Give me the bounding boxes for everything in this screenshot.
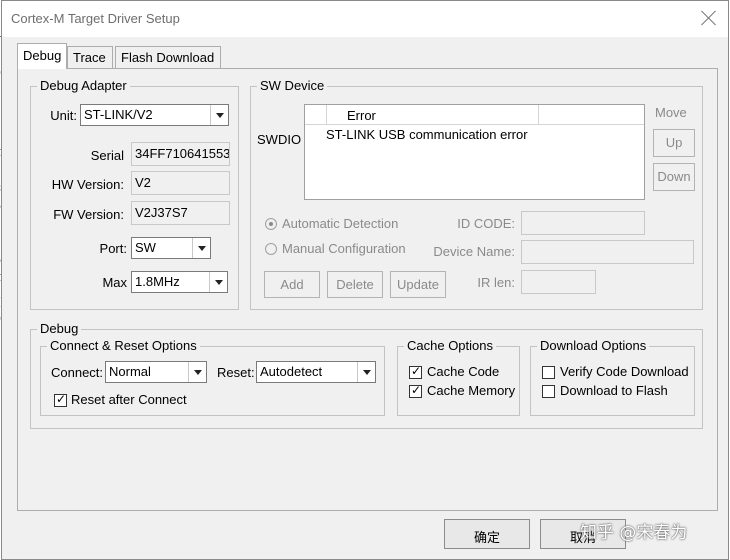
- ir-len-field[interactable]: [521, 270, 596, 294]
- add-button[interactable]: Add: [264, 271, 320, 298]
- download-options-group: Download Options Verify Code Download Do…: [530, 338, 695, 416]
- verify-code-download-label: Verify Code Download: [560, 364, 689, 379]
- debug-options-title: Debug: [37, 321, 82, 336]
- cache-code-label: Cache Code: [427, 364, 500, 379]
- debug-tab-panel: Debug Adapter Unit: ST-LINK/V2 Serial 34…: [17, 68, 718, 511]
- update-button[interactable]: Update: [390, 271, 446, 298]
- automatic-detection-radio[interactable]: [265, 218, 277, 230]
- fw-version-field: V2J37S7: [131, 201, 230, 225]
- ok-button[interactable]: 确定: [444, 519, 530, 549]
- chevron-down-icon[interactable]: [357, 362, 375, 382]
- port-label: Port:: [99, 241, 127, 256]
- port-select[interactable]: SW: [131, 237, 211, 259]
- serial-label: Serial: [90, 148, 124, 163]
- tab-debug[interactable]: Debug: [17, 43, 67, 69]
- sw-device-group: SW Device SWDIO Error ST-LINK USB commun…: [250, 78, 703, 310]
- chevron-down-icon[interactable]: [210, 105, 228, 125]
- list-header-cell: [305, 105, 327, 125]
- move-down-button[interactable]: Down: [653, 163, 695, 191]
- title-bar[interactable]: Cortex-M Target Driver Setup: [2, 1, 728, 37]
- download-options-title: Download Options: [537, 338, 650, 353]
- sw-device-list[interactable]: Error ST-LINK USB communication error: [304, 104, 645, 200]
- reset-label: Reset:: [217, 365, 255, 380]
- cache-memory-label: Cache Memory: [427, 383, 516, 398]
- move-up-button[interactable]: Up: [653, 129, 695, 157]
- dialog-window: Cortex-M Target Driver Setup Debug Trace…: [1, 0, 729, 560]
- sw-device-title: SW Device: [257, 78, 328, 93]
- list-header: Error: [305, 105, 644, 125]
- cache-options-group: Cache Options Cache Code Cache Memory: [397, 338, 520, 416]
- close-icon[interactable]: [700, 9, 718, 27]
- automatic-detection-label: Automatic Detection: [282, 216, 399, 231]
- connect-label: Connect:: [51, 365, 104, 380]
- reset-after-connect-label: Reset after Connect: [71, 392, 187, 407]
- chevron-down-icon[interactable]: [188, 362, 206, 382]
- chevron-down-icon[interactable]: [209, 272, 227, 292]
- debug-adapter-title: Debug Adapter: [37, 78, 130, 93]
- verify-code-download-checkbox[interactable]: [542, 366, 555, 379]
- unit-select[interactable]: ST-LINK/V2: [80, 104, 229, 126]
- reset-select[interactable]: Autodetect: [256, 361, 376, 383]
- max-clock-select[interactable]: 1.8MHz: [131, 271, 228, 293]
- unit-label: Unit:: [50, 108, 77, 123]
- list-header-error[interactable]: Error: [327, 105, 539, 125]
- window-title: Cortex-M Target Driver Setup: [11, 11, 180, 26]
- list-header-cell[interactable]: [539, 105, 644, 125]
- chevron-down-icon[interactable]: [192, 238, 210, 258]
- manual-configuration-radio[interactable]: [265, 243, 277, 255]
- swdio-label: SWDIO: [257, 132, 302, 147]
- tab-flash-download[interactable]: Flash Download: [115, 46, 221, 68]
- id-code-field[interactable]: [521, 211, 645, 235]
- fw-version-label: FW Version:: [53, 207, 124, 222]
- debug-adapter-group: Debug Adapter Unit: ST-LINK/V2 Serial 34…: [30, 78, 239, 310]
- cache-code-checkbox[interactable]: [409, 364, 422, 379]
- max-clock-label: Max: [102, 275, 127, 290]
- delete-button[interactable]: Delete: [327, 271, 383, 298]
- hw-version-label: HW Version:: [51, 177, 124, 192]
- manual-configuration-label: Manual Configuration: [282, 241, 406, 256]
- download-to-flash-checkbox[interactable]: [542, 385, 555, 398]
- connect-select[interactable]: Normal: [105, 361, 207, 383]
- move-label: Move: [655, 105, 687, 120]
- cache-options-title: Cache Options: [404, 338, 496, 353]
- download-to-flash-label: Download to Flash: [560, 383, 668, 398]
- debug-options-group: Debug Connect & Reset Options Connect: N…: [30, 321, 703, 429]
- watermark: 知乎 @宋春为: [580, 523, 688, 543]
- tab-trace[interactable]: Trace: [67, 46, 113, 68]
- reset-after-connect-checkbox[interactable]: [54, 392, 67, 407]
- list-item[interactable]: ST-LINK USB communication error: [326, 127, 528, 142]
- hw-version-field: V2: [131, 171, 230, 195]
- connect-reset-title: Connect & Reset Options: [47, 338, 200, 353]
- id-code-label: ID CODE:: [457, 216, 515, 231]
- device-name-label: Device Name:: [433, 244, 515, 259]
- device-name-field[interactable]: [521, 240, 694, 264]
- connect-reset-group: Connect & Reset Options Connect: Normal …: [40, 338, 385, 416]
- serial-field: 34FF7106415530: [131, 142, 230, 166]
- cache-memory-checkbox[interactable]: [409, 383, 422, 398]
